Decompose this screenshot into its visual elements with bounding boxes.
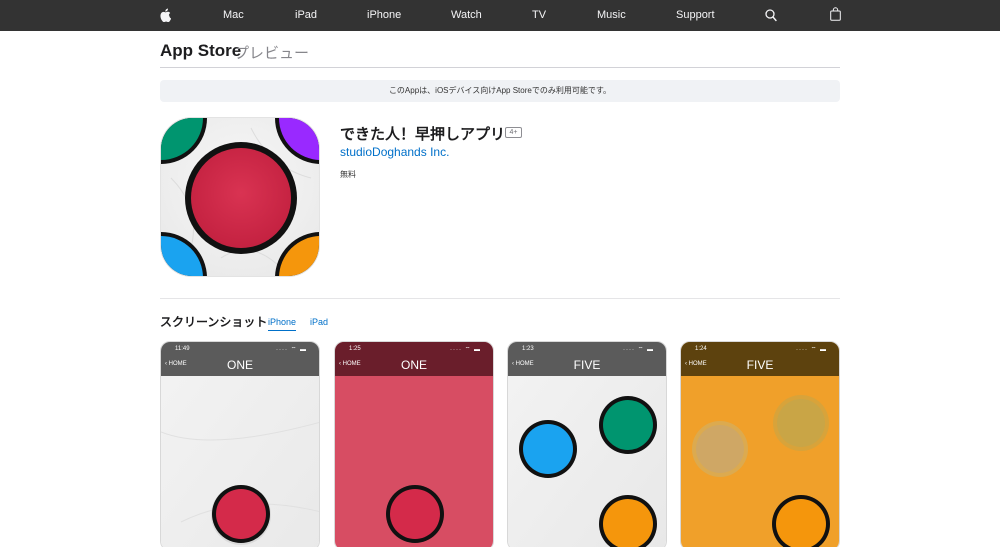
screenshot-1[interactable]: 11:49 ···· ⌔ ▬ ‹ HOME ONE xyxy=(160,341,320,547)
nav-item-ipad[interactable]: iPad xyxy=(295,0,317,31)
tab-iphone[interactable]: iPhone xyxy=(268,317,297,331)
status-icons: ···· ⌔ ▬ xyxy=(276,347,307,353)
screen-title: FIVE xyxy=(746,358,774,372)
status-time: 1:24 xyxy=(695,346,707,352)
status-time: 11:49 xyxy=(175,346,190,352)
screen-title: FIVE xyxy=(573,358,601,372)
status-time: 1:23 xyxy=(522,346,534,352)
screen-title: ONE xyxy=(226,358,253,372)
screenshot-4[interactable]: 1:24 ···· ⌔ ▬ ‹ HOME FIVE xyxy=(680,341,840,547)
status-icons: ···· ⌔ ▬ xyxy=(450,347,481,353)
price-label: 無料 xyxy=(340,170,356,179)
app-icon xyxy=(160,117,320,277)
store-header: App Store プレビュー xyxy=(160,38,840,68)
bag-icon[interactable] xyxy=(830,7,841,21)
screenshot-2[interactable]: 1:25 ···· ⌔ ▬ ‹ HOME ONE xyxy=(334,341,494,547)
screenshots-heading: スクリーンショット xyxy=(160,315,268,329)
status-icons: ···· ⌔ ▬ xyxy=(623,347,654,353)
age-rating-badge: 4+ xyxy=(505,127,522,138)
nav-item-support[interactable]: Support xyxy=(676,0,715,31)
app-store-brand[interactable]: App Store xyxy=(160,41,241,61)
app-title: できた人！早押しアプリ xyxy=(340,126,506,143)
nav-item-mac[interactable]: Mac xyxy=(223,0,244,31)
nav-item-iphone[interactable]: iPhone xyxy=(367,0,401,31)
status-icons: ···· ⌔ ▬ xyxy=(796,347,827,353)
section-divider xyxy=(160,298,840,299)
nav-item-watch[interactable]: Watch xyxy=(451,0,482,31)
global-nav: Mac iPad iPhone Watch TV Music Support xyxy=(0,0,1000,31)
search-icon[interactable] xyxy=(765,9,777,22)
availability-notice: このAppは、iOSデバイス向けApp Storeでのみ利用可能です。 xyxy=(160,80,840,102)
status-time: 1:25 xyxy=(349,346,361,352)
preview-label: プレビュー xyxy=(234,45,310,62)
screen-title: ONE xyxy=(400,358,427,372)
screenshot-3[interactable]: 1:23 ···· ⌔ ▬ ‹ HOME FIVE xyxy=(507,341,667,547)
apple-logo-icon[interactable] xyxy=(159,8,171,22)
tab-ipad[interactable]: iPad xyxy=(310,317,328,330)
developer-link[interactable]: studioDoghands Inc. xyxy=(340,145,449,159)
nav-item-music[interactable]: Music xyxy=(597,0,626,31)
nav-item-tv[interactable]: TV xyxy=(532,0,546,31)
